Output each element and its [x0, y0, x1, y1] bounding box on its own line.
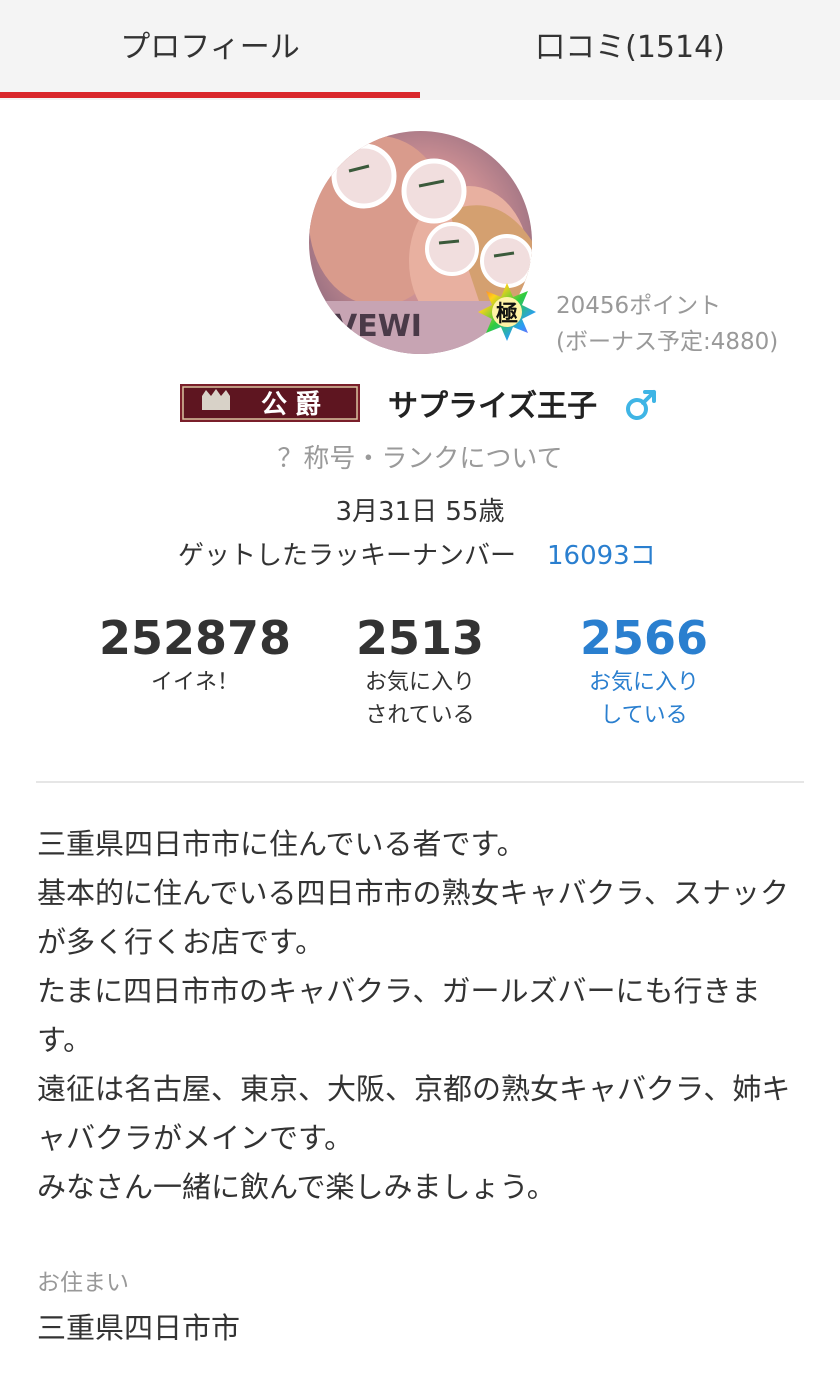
rank-badge: 極 [478, 283, 536, 341]
points-total: 20456ポイント [556, 293, 722, 319]
bio-line: 三重県四日市市に住んでいる者です。 [37, 827, 526, 861]
stat-favorited: 2513 お気に入り されている [320, 610, 520, 732]
profile-bio: 三重県四日市市に住んでいる者です。 基本的に住んでいる四日市市の熟女キャバクラ、… [37, 820, 807, 1212]
title-badge-text: 公爵 [261, 390, 329, 420]
bio-line: 遠征は名古屋、東京、大阪、京都の熟女キャバクラ、姉キャバクラがメインです。 [37, 1072, 791, 1155]
tab-bar: プロフィール 口コミ(1514) [0, 0, 840, 100]
lucky-number-count[interactable]: 16093コ [547, 535, 656, 572]
svg-text:VEWI: VEWI [334, 309, 422, 344]
stat-favorited-label-2: されている [365, 703, 475, 728]
stat-favoriting-value: 2566 [579, 611, 709, 665]
rank-info-link[interactable]: ？称号・ランクについて [0, 438, 840, 475]
stat-favoriting-label-1: お気に入り [588, 670, 699, 695]
bio-line: たまに四日市市のキャバクラ、ガールズバーにも行きます。 [37, 974, 761, 1057]
points-bonus: (ボーナス予定:4880) [556, 329, 779, 355]
points-info: 20456ポイント (ボーナス予定:4880) [556, 288, 778, 360]
rank-badge-text: 極 [496, 301, 518, 327]
tab-reviews-label: 口コミ(1514) [535, 30, 725, 65]
tab-profile-label: プロフィール [120, 30, 300, 65]
tab-reviews[interactable]: 口コミ(1514) [420, 0, 840, 100]
lucky-number-label: ゲットしたラッキーナンバー [178, 541, 517, 571]
bio-line: 基本的に住んでいる四日市市の熟女キャバクラ、スナックが多く行くお店です。 [37, 876, 789, 959]
stat-likes-label: イイネ！ [150, 670, 239, 695]
male-icon [624, 388, 658, 422]
section-divider [36, 781, 804, 783]
residence-value: 三重県四日市市 [37, 1311, 241, 1345]
title-badge: 公爵 [180, 384, 360, 422]
stat-favoriting-label-2: している [600, 703, 688, 728]
birthday-age: 3月31日 55歳 [335, 497, 505, 527]
stat-favorited-value: 2513 [355, 611, 485, 665]
stat-likes-value: 252878 [98, 611, 292, 665]
stat-favorited-label-1: お気に入り [364, 670, 475, 695]
stat-likes: 252878 イイネ！ [95, 610, 295, 699]
stat-favoriting[interactable]: 2566 お気に入り している [544, 610, 744, 732]
active-tab-indicator [0, 92, 420, 98]
residence-label: お住まい [37, 1270, 129, 1296]
tab-profile[interactable]: プロフィール [0, 0, 420, 100]
user-name: サプライズ王子 [388, 389, 598, 424]
bio-line: みなさん一緒に飲んで楽しみましょう。 [37, 1170, 556, 1204]
